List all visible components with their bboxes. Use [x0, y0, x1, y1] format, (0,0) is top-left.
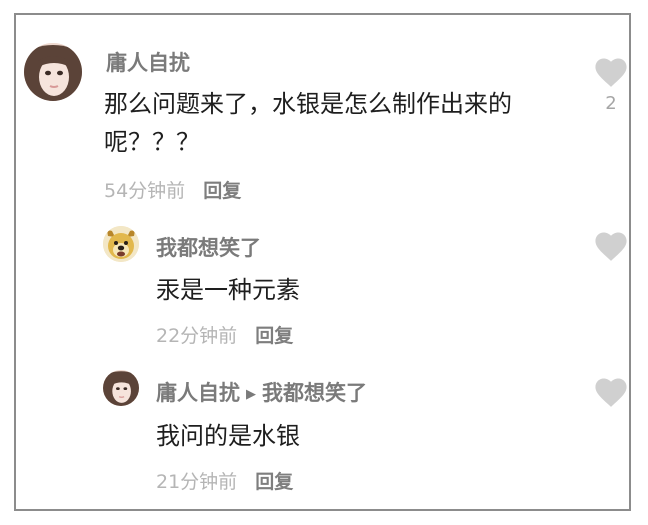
heart-icon	[595, 378, 627, 407]
reply-header: 庸人自扰 ▶ 我都想笑了	[156, 377, 367, 407]
comment-text: 我问的是水银	[156, 422, 300, 450]
like-button[interactable]	[594, 57, 628, 87]
comment-text: 那么问题来了，水银是怎么制作出来的呢？？？	[104, 90, 512, 156]
reply-button[interactable]: 回复	[255, 471, 293, 493]
username[interactable]: 庸人自扰	[106, 47, 190, 77]
reply-target-username[interactable]: 我都想笑了	[262, 381, 367, 405]
comment-meta: 22分钟前 回复	[156, 321, 293, 348]
reply-button[interactable]: 回复	[255, 325, 293, 347]
heart-icon	[595, 58, 627, 87]
heart-icon	[595, 232, 627, 261]
comment-meta: 54分钟前 回复	[104, 176, 241, 203]
like-button[interactable]	[594, 231, 628, 261]
comment-time: 22分钟前	[156, 325, 238, 347]
like-count: 2	[605, 93, 617, 114]
like-button[interactable]	[594, 377, 628, 407]
avatar[interactable]	[103, 226, 139, 262]
username[interactable]: 我都想笑了	[156, 232, 261, 262]
avatar[interactable]	[103, 370, 139, 406]
comment-time: 54分钟前	[104, 180, 186, 202]
comment-panel: 庸人自扰 那么问题来了，水银是怎么制作出来的呢？？？ 54分钟前 回复 2 我都…	[14, 13, 631, 511]
play-arrow-icon: ▶	[246, 387, 256, 402]
avatar[interactable]	[24, 43, 82, 101]
comment-text: 汞是一种元素	[156, 276, 300, 304]
username[interactable]: 庸人自扰	[156, 381, 240, 405]
reply-button[interactable]: 回复	[203, 180, 241, 202]
comment-meta: 21分钟前 回复	[156, 467, 293, 494]
comment-time: 21分钟前	[156, 471, 238, 493]
